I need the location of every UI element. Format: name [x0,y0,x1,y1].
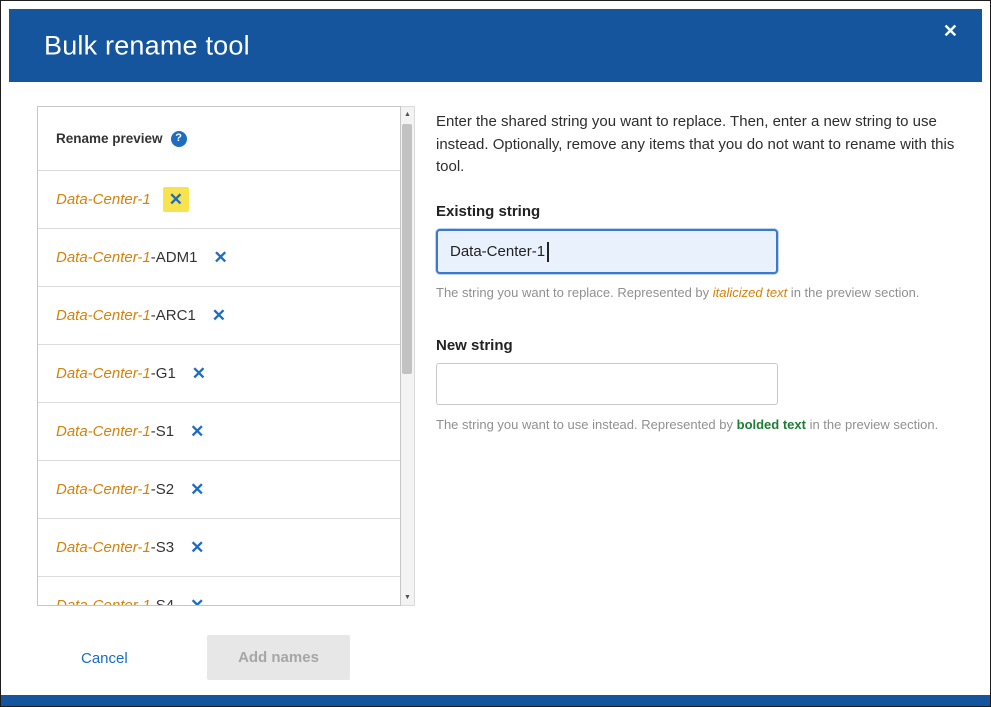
add-names-button[interactable]: Add names [207,635,350,680]
preview-item-base: Data-Center-1 [56,249,151,266]
existing-string-help: The string you want to replace. Represen… [436,285,960,300]
remove-item-icon[interactable]: ✕ [209,246,231,269]
dialog-title: Bulk rename tool [44,30,250,61]
existing-string-label: Existing string [436,203,540,220]
preview-item-suffix: -G1 [151,365,176,382]
preview-item-base: Data-Center-1 [56,307,151,324]
preview-item-base: Data-Center-1 [56,423,151,440]
scroll-down-icon[interactable]: ▼ [401,590,414,605]
remove-item-icon[interactable]: ✕ [208,304,230,327]
preview-item-suffix: -ARC1 [151,307,196,324]
preview-item-name: Data-Center-1 [56,191,151,208]
preview-item-name: Data-Center-1-S3 [56,539,174,556]
preview-item-base: Data-Center-1 [56,539,151,556]
preview-row: Data-Center-1-S4 ✕ [38,577,400,606]
new-string-help: The string you want to use instead. Repr… [436,417,960,432]
scrollbar-track[interactable] [401,122,414,590]
help-prefix: The string you want to use instead. Repr… [436,417,737,432]
italicized-text-example: italicized text [713,285,787,300]
rename-preview-list: Rename preview ? Data-Center-1 ✕ Data-Ce… [37,106,401,606]
cancel-button[interactable]: Cancel [81,650,128,667]
scroll-up-icon[interactable]: ▲ [401,107,414,122]
text-caret [547,242,549,262]
preview-row: Data-Center-1-S2 ✕ [38,461,400,519]
help-icon[interactable]: ? [171,131,187,147]
list-scrollbar[interactable]: ▲ ▼ [401,106,415,606]
preview-item-base: Data-Center-1 [56,481,151,498]
close-icon[interactable]: ✕ [939,18,962,44]
dialog-header: Bulk rename tool ✕ [9,9,982,82]
preview-item-suffix: -S3 [151,539,174,556]
preview-item-suffix: -ADM1 [151,249,198,266]
preview-item-base: Data-Center-1 [56,191,151,208]
new-string-label: New string [436,337,513,354]
bottom-accent-bar [1,695,990,706]
preview-item-base: Data-Center-1 [56,365,151,382]
preview-item-suffix: -S1 [151,423,174,440]
rename-preview-label: Rename preview [56,131,163,146]
remove-item-icon[interactable]: ✕ [186,536,208,559]
preview-item-name: Data-Center-1-ADM1 [56,249,197,266]
existing-string-value: Data-Center-1 [450,243,545,260]
help-prefix: The string you want to replace. Represen… [436,285,713,300]
help-suffix: in the preview section. [787,285,919,300]
preview-row: Data-Center-1-G1 ✕ [38,345,400,403]
preview-row: Data-Center-1-ARC1 ✕ [38,287,400,345]
preview-item-suffix: -S2 [151,481,174,498]
preview-item-suffix: -S4 [151,597,174,606]
scrollbar-thumb[interactable] [402,124,412,374]
new-string-input[interactable] [436,363,778,405]
preview-item-name: Data-Center-1-S2 [56,481,174,498]
bolded-text-example: bolded text [737,417,806,432]
intro-text: Enter the shared string you want to repl… [436,111,960,179]
rename-preview-header: Rename preview ? [38,107,400,171]
preview-item-base: Data-Center-1 [56,597,151,606]
preview-row: Data-Center-1-S3 ✕ [38,519,400,577]
existing-string-input[interactable]: Data-Center-1 [436,229,778,274]
preview-item-name: Data-Center-1-S4 [56,597,174,606]
preview-item-name: Data-Center-1-G1 [56,365,176,382]
bulk-rename-dialog: Bulk rename tool ✕ Rename preview ? Data… [0,0,991,707]
remove-item-icon[interactable]: ✕ [163,187,189,212]
preview-row: Data-Center-1-S1 ✕ [38,403,400,461]
remove-item-icon[interactable]: ✕ [186,594,208,606]
help-suffix: in the preview section. [806,417,938,432]
remove-item-icon[interactable]: ✕ [186,478,208,501]
remove-item-icon[interactable]: ✕ [186,420,208,443]
preview-row: Data-Center-1-ADM1 ✕ [38,229,400,287]
remove-item-icon[interactable]: ✕ [188,362,210,385]
preview-row: Data-Center-1 ✕ [38,171,400,229]
preview-item-name: Data-Center-1-ARC1 [56,307,196,324]
preview-item-name: Data-Center-1-S1 [56,423,174,440]
